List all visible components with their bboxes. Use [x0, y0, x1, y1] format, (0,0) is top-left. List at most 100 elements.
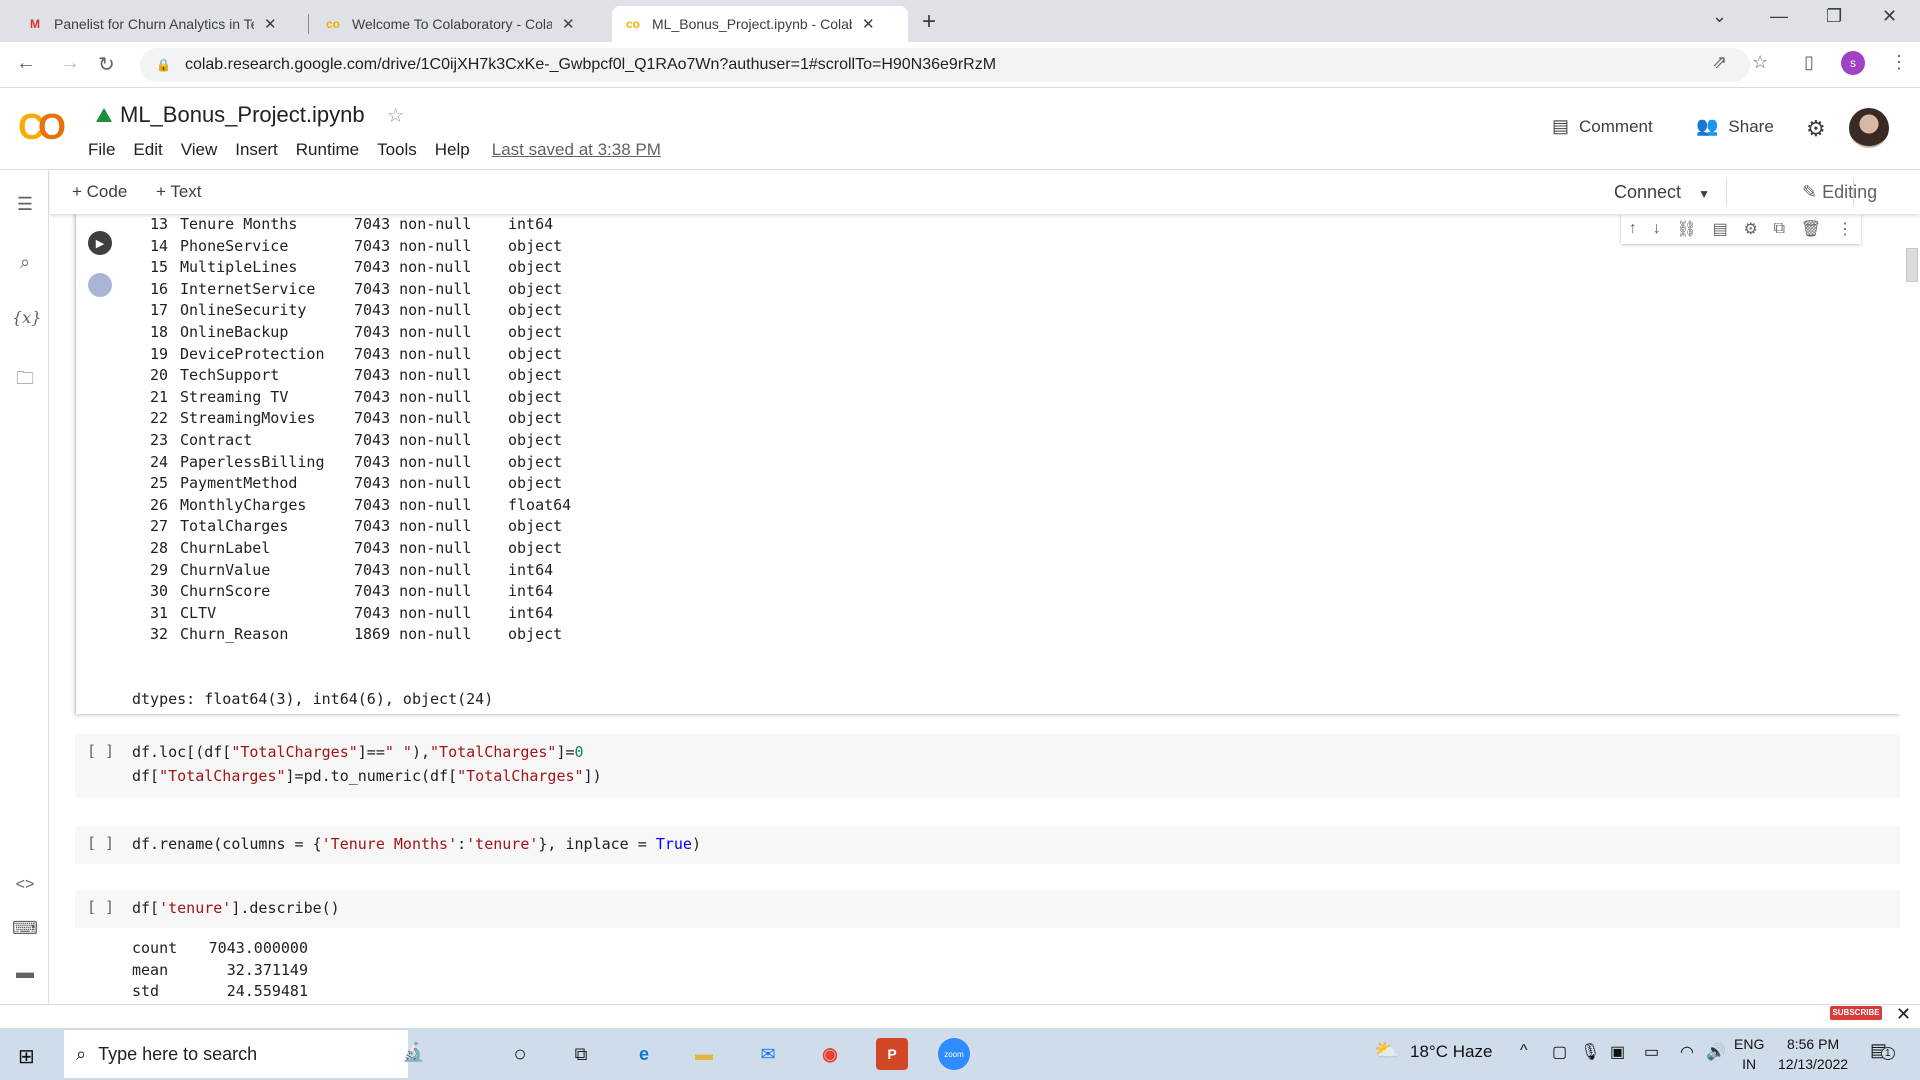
user-avatar[interactable]	[1849, 108, 1889, 148]
address-bar[interactable]: 🔒 colab.research.google.com/drive/1C0ijX…	[140, 48, 1750, 82]
edge-icon[interactable]: e	[628, 1038, 660, 1070]
settings-gear-icon[interactable]: ⚙	[1806, 116, 1826, 142]
code-line: df.rename(columns = {'Tenure Months':'te…	[132, 832, 701, 856]
code-token: )	[691, 835, 701, 853]
code-cell-info-output[interactable]: ▶ 12 Dependents 7043 non-null object 13T…	[75, 214, 1900, 773]
wifi-icon[interactable]: ◠	[1680, 1042, 1694, 1062]
describe-row: std 24.559481	[132, 981, 308, 1003]
terminal-icon[interactable]: ▬	[12, 962, 38, 983]
comment-button[interactable]: ▤ Comment	[1552, 116, 1653, 137]
taskbar-search-box[interactable]: ⌕ Type here to search 🔬	[64, 1030, 424, 1078]
info-num: 25	[149, 474, 168, 493]
notifications-icon[interactable]: ▤1	[1870, 1040, 1895, 1061]
code-cell[interactable]: [ ] df['tenure'].describe()	[75, 890, 1900, 928]
close-tab-icon[interactable]: ✕	[264, 15, 277, 33]
code-editor[interactable]: df.rename(columns = {'Tenure Months':'te…	[132, 832, 701, 856]
info-count: 7043 non-null	[354, 279, 472, 298]
show-hidden-icons[interactable]: ^	[1520, 1042, 1528, 1060]
variables-icon[interactable]: {x}	[12, 308, 41, 327]
describe-row: mean 32.371149	[132, 960, 308, 982]
close-tab-icon[interactable]: ✕	[862, 15, 875, 33]
task-view-icon[interactable]: ⧉	[565, 1038, 597, 1070]
pencil-icon: ✎	[1802, 182, 1818, 202]
restore-icon[interactable]: ❐	[1826, 6, 1842, 27]
star-icon[interactable]: ☆	[387, 103, 405, 128]
tab-ml-bonus-project[interactable]: co ML_Bonus_Project.ipynb - Colab ✕	[612, 6, 908, 42]
close-overlay-icon[interactable]: ✕	[1896, 1004, 1911, 1025]
share-page-icon[interactable]: ⇗	[1712, 52, 1727, 73]
bookmark-star-icon[interactable]: ☆	[1752, 52, 1768, 73]
describe-row: count 7043.000000	[132, 938, 308, 960]
notebook-scrollbar[interactable]	[1906, 248, 1918, 282]
editing-mode-button[interactable]: ✎ Editing	[1802, 182, 1877, 203]
powerpoint-icon[interactable]: P	[876, 1038, 908, 1070]
side-panel-icon[interactable]: ▯	[1804, 52, 1814, 73]
subscribe-badge[interactable]: SUBSCRIBE	[1830, 1006, 1882, 1020]
more-options-icon[interactable]: ⋮	[1837, 219, 1853, 239]
code-editor[interactable]: df.loc[(df["TotalCharges"]==" "),"TotalC…	[132, 740, 602, 788]
close-tab-icon[interactable]: ✕	[562, 15, 575, 33]
move-cell-down-icon[interactable]: ↓	[1653, 220, 1661, 238]
connect-button[interactable]: Connect ▼	[1614, 182, 1710, 203]
table-of-contents-icon[interactable]: ☰	[12, 194, 38, 215]
notebook-title[interactable]: ML_Bonus_Project.ipynb	[120, 102, 365, 128]
cell-settings-icon[interactable]: ⚙	[1744, 219, 1758, 239]
menu-view[interactable]: View	[181, 140, 218, 160]
code-cell[interactable]: [ ] df.rename(columns = {'Tenure Months'…	[75, 826, 1900, 864]
files-folder-icon[interactable]: 🗀	[12, 366, 38, 396]
mirror-cell-icon[interactable]: ⧉	[1774, 220, 1785, 238]
file-explorer-icon[interactable]: ▬	[688, 1038, 720, 1070]
cortana-icon[interactable]: ○	[504, 1038, 536, 1070]
colab-logo[interactable]: CO	[18, 106, 66, 148]
search-icon: ⌕	[76, 1043, 87, 1064]
code-editor[interactable]: df['tenure'].describe()	[132, 896, 340, 920]
back-icon[interactable]: ←	[16, 52, 36, 75]
battery-icon[interactable]: ▭	[1644, 1042, 1659, 1062]
last-saved-link[interactable]: Last saved at 3:38 PM	[492, 140, 661, 160]
forward-icon[interactable]: →	[60, 52, 80, 75]
menu-runtime[interactable]: Runtime	[296, 140, 359, 160]
run-cell-bracket[interactable]: [ ]	[87, 742, 114, 760]
clock[interactable]: 8:56 PM 12/13/2022	[1778, 1034, 1848, 1074]
menu-edit[interactable]: Edit	[133, 140, 162, 160]
link-to-cell-icon[interactable]: ⛓	[1676, 219, 1696, 239]
profile-avatar[interactable]: s	[1841, 51, 1865, 75]
camera-icon[interactable]: ▢	[1552, 1042, 1567, 1062]
weather-text[interactable]: 18°C Haze	[1410, 1042, 1492, 1062]
delete-cell-icon[interactable]: 🗑	[1801, 219, 1821, 239]
minimize-icon[interactable]: —	[1770, 6, 1788, 27]
code-snippets-icon[interactable]: <>	[12, 876, 38, 894]
share-button[interactable]: 👥 Share	[1696, 116, 1774, 137]
search-icon[interactable]: ⌕	[12, 252, 38, 273]
microphone-icon[interactable]: 🎙	[1580, 1042, 1600, 1062]
browser-menu-icon[interactable]: ⋮	[1890, 52, 1908, 73]
display-icon[interactable]: ▣	[1610, 1042, 1625, 1062]
reload-icon[interactable]: ↻	[98, 52, 115, 77]
command-palette-icon[interactable]: ⌨	[12, 918, 38, 939]
add-code-button[interactable]: + Code	[72, 182, 127, 202]
new-tab-button[interactable]: +	[922, 8, 936, 36]
chrome-icon[interactable]: ◉	[814, 1038, 846, 1070]
move-cell-up-icon[interactable]: ↑	[1629, 220, 1637, 238]
run-cell-icon[interactable]: ▶	[88, 231, 112, 255]
tab-gmail[interactable]: M Panelist for Churn Analytics in Te ✕	[14, 6, 289, 42]
close-window-icon[interactable]: ✕	[1882, 6, 1897, 27]
menu-file[interactable]: File	[88, 140, 115, 160]
tab-search-icon[interactable]: ⌄	[1712, 6, 1727, 27]
menu-insert[interactable]: Insert	[235, 140, 278, 160]
code-cell[interactable]: [ ] df.loc[(df["TotalCharges"]==" "),"To…	[75, 734, 1900, 798]
input-language[interactable]: ENG IN	[1734, 1034, 1764, 1074]
run-cell-bracket[interactable]: [ ]	[87, 898, 114, 916]
add-text-button[interactable]: + Text	[156, 182, 202, 202]
volume-icon[interactable]: 🔊	[1706, 1042, 1726, 1062]
zoom-icon[interactable]: zoom	[938, 1038, 970, 1070]
windows-start-icon[interactable]: ⊞	[18, 1044, 35, 1069]
info-row: 28 ChurnLabel 7043 non-null object	[132, 538, 571, 560]
info-col: OnlineSecurity	[180, 301, 307, 320]
add-comment-icon[interactable]: ▤	[1713, 219, 1728, 239]
menu-help[interactable]: Help	[435, 140, 470, 160]
tab-welcome-colab[interactable]: co Welcome To Colaboratory - Cola ✕	[312, 6, 587, 42]
run-cell-bracket[interactable]: [ ]	[87, 834, 114, 852]
mail-icon[interactable]: ✉	[752, 1038, 784, 1070]
menu-tools[interactable]: Tools	[377, 140, 417, 160]
